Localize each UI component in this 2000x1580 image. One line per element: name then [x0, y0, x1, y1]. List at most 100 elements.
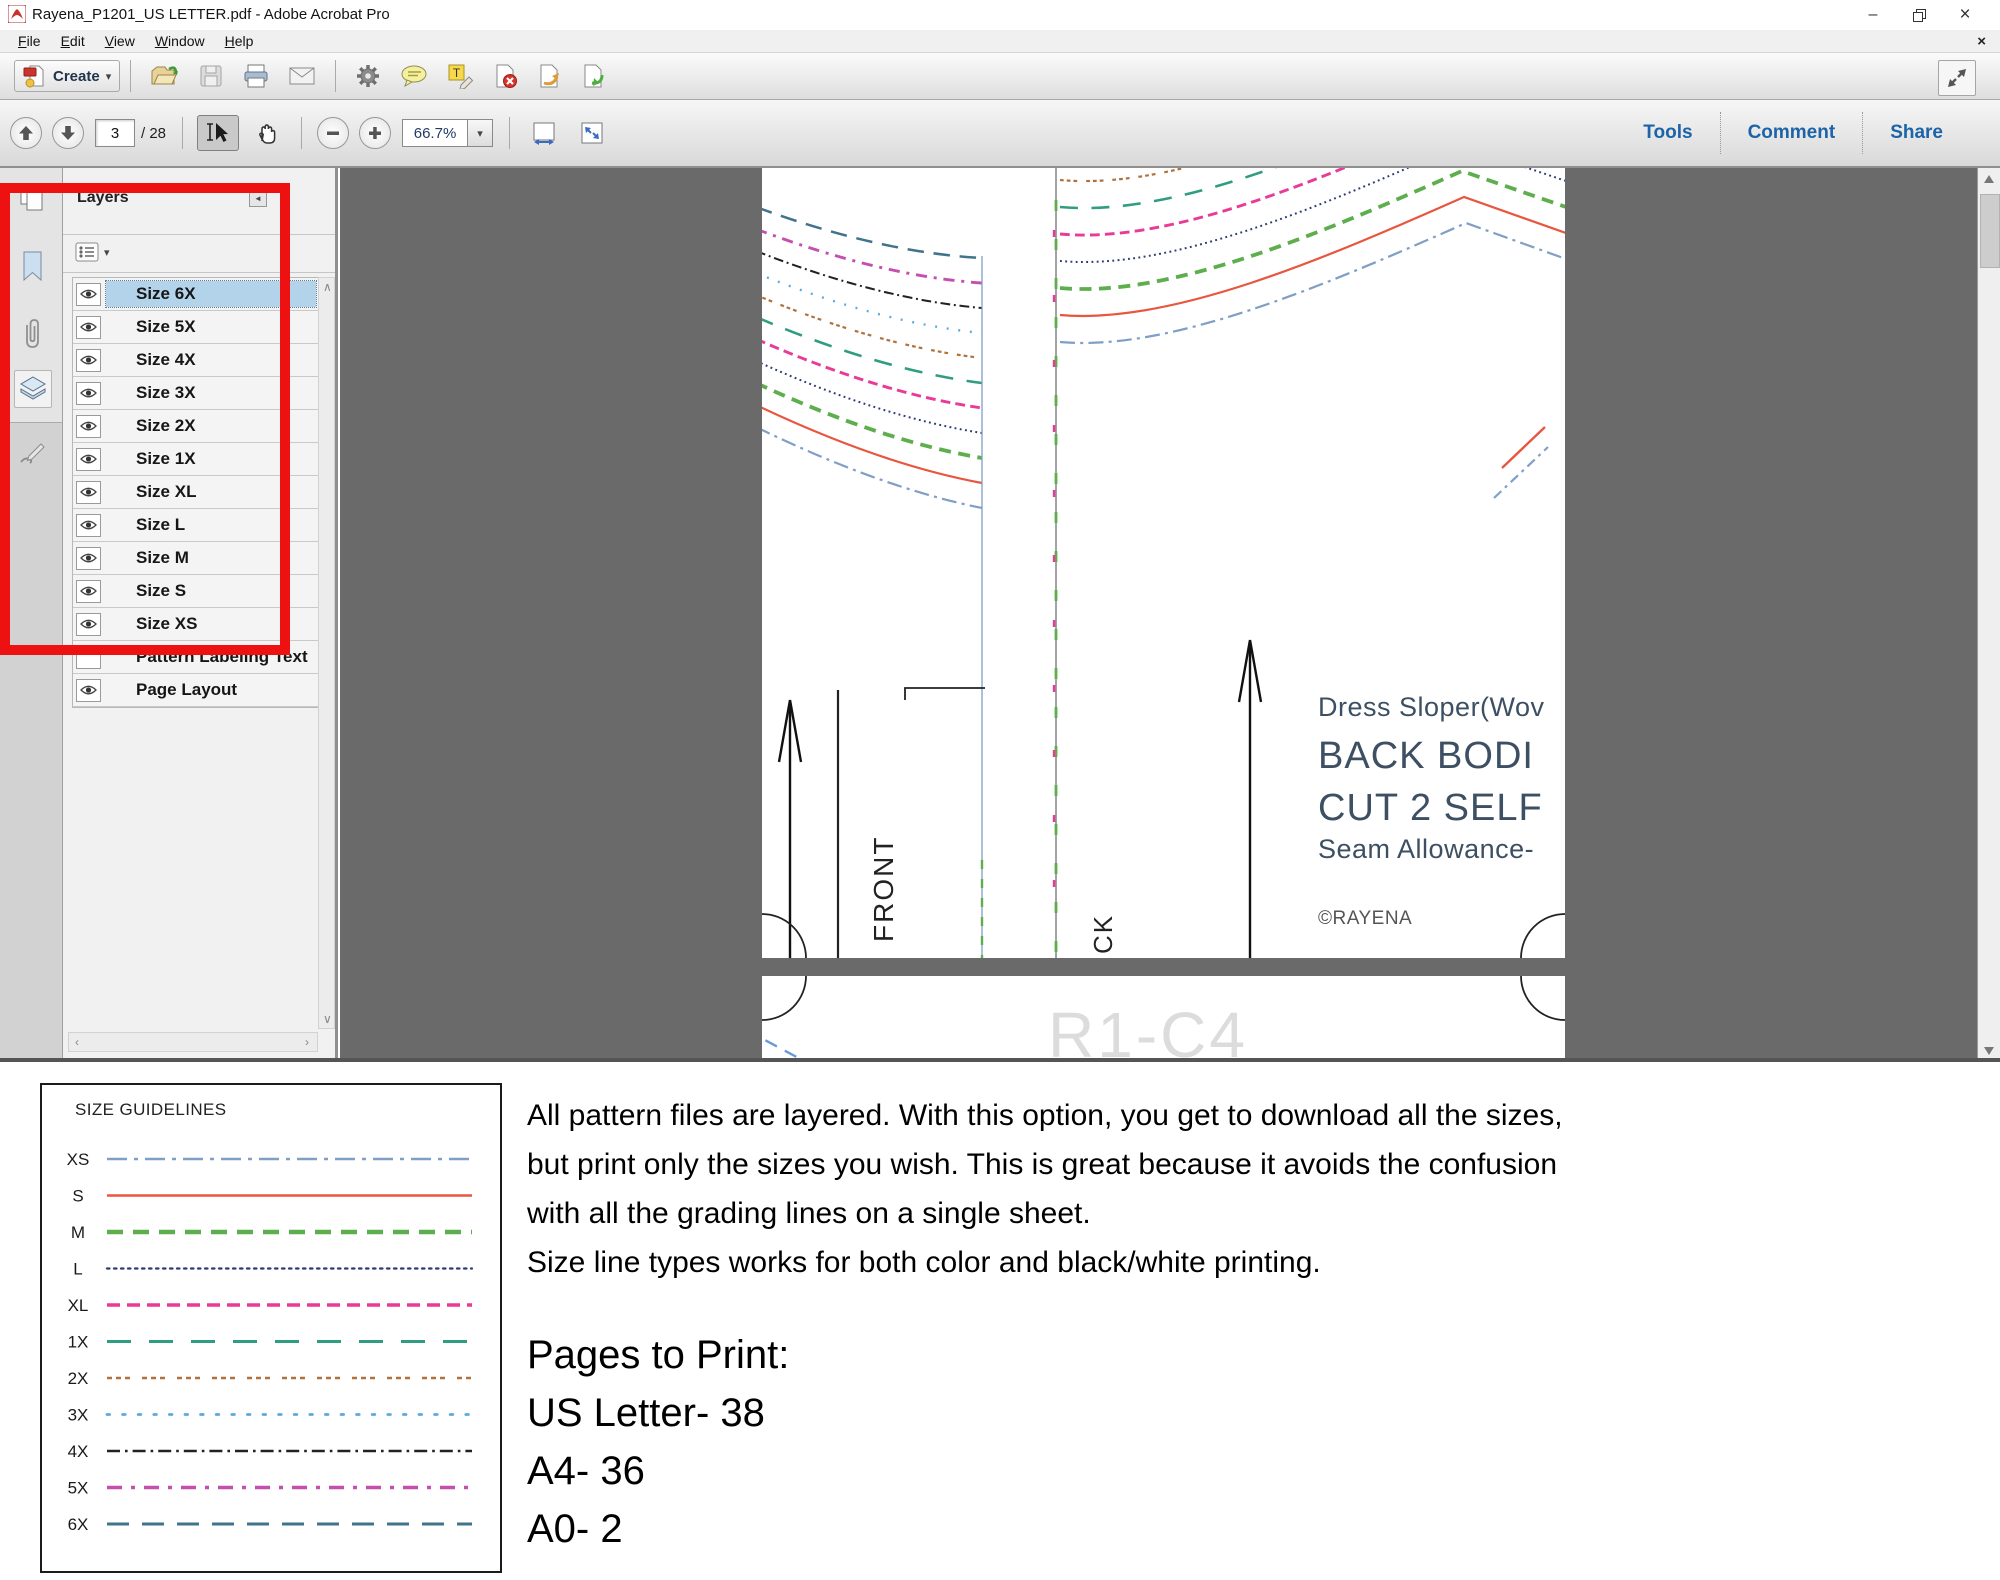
minimize-button[interactable]: –	[1850, 0, 1896, 30]
hand-tool-button[interactable]	[247, 116, 287, 150]
front-label: FRONT	[868, 836, 899, 942]
settings-button[interactable]	[350, 60, 386, 92]
email-button[interactable]	[283, 62, 321, 90]
acrobat-app-icon	[7, 4, 27, 28]
layered-files-paragraph: All pattern files are layered. With this…	[527, 1091, 1977, 1287]
fit-page-button[interactable]	[572, 116, 612, 150]
create-label: Create	[53, 67, 100, 85]
chevron-down-icon: ▾	[105, 70, 112, 83]
minimize-icon: –	[1868, 6, 1878, 23]
size-guidelines-legend: XS SML XL 1X 2X 3X 4X 5X 6X	[67, 1150, 474, 1534]
panel-vertical-scrollbar[interactable]: ∧ ∨	[318, 277, 335, 1029]
create-icon	[23, 65, 44, 88]
panel-horizontal-scrollbar[interactable]: ‹ ›	[68, 1032, 318, 1052]
comment-link[interactable]: Comment	[1721, 122, 1863, 144]
save-icon	[200, 65, 222, 87]
close-icon: ×	[1959, 4, 1971, 25]
zoom-in-button[interactable]	[359, 117, 392, 149]
save-button[interactable]	[193, 60, 229, 92]
open-file-button[interactable]	[145, 60, 185, 92]
zoom-dropdown-button[interactable]: ▾	[467, 119, 494, 147]
delete-pages-button[interactable]	[488, 60, 524, 92]
menu-help[interactable]: Help	[215, 31, 264, 51]
legend-size-label: 2X	[68, 1369, 89, 1388]
scroll-up-button[interactable]	[1978, 168, 2000, 190]
menu-edit[interactable]: Edit	[51, 31, 95, 51]
edit-text-icon: T	[448, 64, 474, 89]
red-highlight-rectangle	[0, 183, 290, 655]
tools-link[interactable]: Tools	[1616, 122, 1719, 144]
select-tool-button[interactable]	[197, 115, 240, 151]
legend-size-label: S	[72, 1187, 83, 1206]
legend-size-label: M	[71, 1223, 85, 1242]
create-button[interactable]: Create ▾	[14, 60, 121, 92]
legend-size-label: L	[73, 1260, 82, 1279]
page-number-input[interactable]: 3	[95, 119, 135, 147]
pdf-page-canvas[interactable]: FRONT CK Dress Sloper(Wov BACK BODI CUT 2 SE…	[347, 168, 1977, 1062]
menu-view[interactable]: View	[95, 31, 145, 51]
svg-text:T: T	[453, 66, 461, 80]
scrollbar-thumb[interactable]	[1980, 194, 2000, 268]
export-file-button[interactable]	[576, 60, 612, 92]
window-controls: – ×	[1850, 0, 1988, 30]
page-export-icon	[584, 64, 604, 88]
menu-bar: File Edit View Window Help	[0, 30, 2000, 53]
hand-icon	[259, 124, 276, 144]
scroll-right-icon[interactable]: ›	[305, 1036, 309, 1048]
scrolling-mode-button[interactable]	[524, 116, 564, 150]
document-close-button[interactable]: ×	[1977, 33, 1986, 50]
piece-title-line4: Seam Allowance-	[1318, 834, 1534, 864]
restore-button[interactable]	[1896, 0, 1942, 30]
zoom-level-input[interactable]: 66.7%	[402, 119, 468, 147]
share-link[interactable]: Share	[1863, 122, 1970, 144]
previous-page-button[interactable]	[10, 117, 42, 149]
zoom-out-button[interactable]	[317, 117, 350, 149]
scroll-up-icon[interactable]: ∧	[323, 281, 332, 293]
scroll-left-icon[interactable]: ‹	[75, 1036, 79, 1048]
piece-title-line2: BACK BODI	[1318, 735, 1534, 777]
paragraph-line: All pattern files are layered. With this…	[527, 1099, 1563, 1132]
layer-label[interactable]: Page Layout	[106, 677, 316, 703]
select-cursor-icon	[207, 123, 229, 142]
close-button[interactable]: ×	[1942, 0, 1988, 30]
scroll-down-icon	[1984, 1047, 1994, 1055]
arrow-up-icon	[19, 126, 33, 140]
layer-row-page-layout[interactable]: Page Layout	[73, 674, 319, 707]
paragraph-line: with all the grading lines on a single s…	[527, 1197, 1091, 1230]
toolbar-separator	[130, 60, 132, 92]
comment-bubble-icon	[401, 65, 427, 88]
page-delete-icon	[496, 64, 518, 88]
title-bar: Rayena_P1201_US LETTER.pdf - Adobe Acrob…	[0, 0, 2000, 31]
scroll-down-icon[interactable]: ∨	[323, 1013, 332, 1025]
document-scrollbar[interactable]	[1977, 168, 2000, 1062]
menu-window[interactable]: Window	[145, 31, 215, 51]
comment-button[interactable]	[394, 61, 434, 91]
chevron-down-icon: ▾	[477, 127, 483, 140]
restore-icon	[1912, 8, 1926, 22]
legend-size-label: 6X	[68, 1515, 89, 1534]
eye-icon	[80, 685, 97, 695]
toolbar-separator	[509, 117, 511, 149]
legend-size-label: XS	[67, 1150, 90, 1169]
envelope-icon	[289, 67, 315, 85]
layer-visibility-checkbox[interactable]	[76, 678, 101, 702]
page-total-label: / 28	[141, 124, 167, 142]
task-pane-links: Tools Comment Share	[1616, 100, 1970, 166]
pages-to-print-block: Pages to Print: US Letter- 38 A4- 36 A0-…	[527, 1326, 789, 1558]
pages-to-print-item: US Letter- 38	[527, 1391, 765, 1435]
edit-text-button[interactable]: T	[442, 60, 480, 92]
folder-open-icon	[151, 66, 179, 85]
minus-icon	[327, 131, 340, 135]
legend-size-label: 4X	[68, 1442, 89, 1461]
menu-file[interactable]: File	[8, 31, 51, 51]
print-icon	[244, 64, 268, 88]
toolbar-expand-button[interactable]	[1938, 60, 1976, 96]
pages-to-print-heading: Pages to Print:	[527, 1333, 790, 1377]
next-page-button[interactable]	[52, 117, 84, 149]
print-button[interactable]	[237, 60, 275, 92]
toolbar-separator	[301, 117, 303, 149]
extract-pages-button[interactable]	[532, 60, 568, 92]
paragraph-line: but print only the sizes you wish. This …	[527, 1148, 1558, 1181]
page-extract-icon	[540, 64, 560, 88]
legend-size-label: XL	[68, 1296, 89, 1315]
